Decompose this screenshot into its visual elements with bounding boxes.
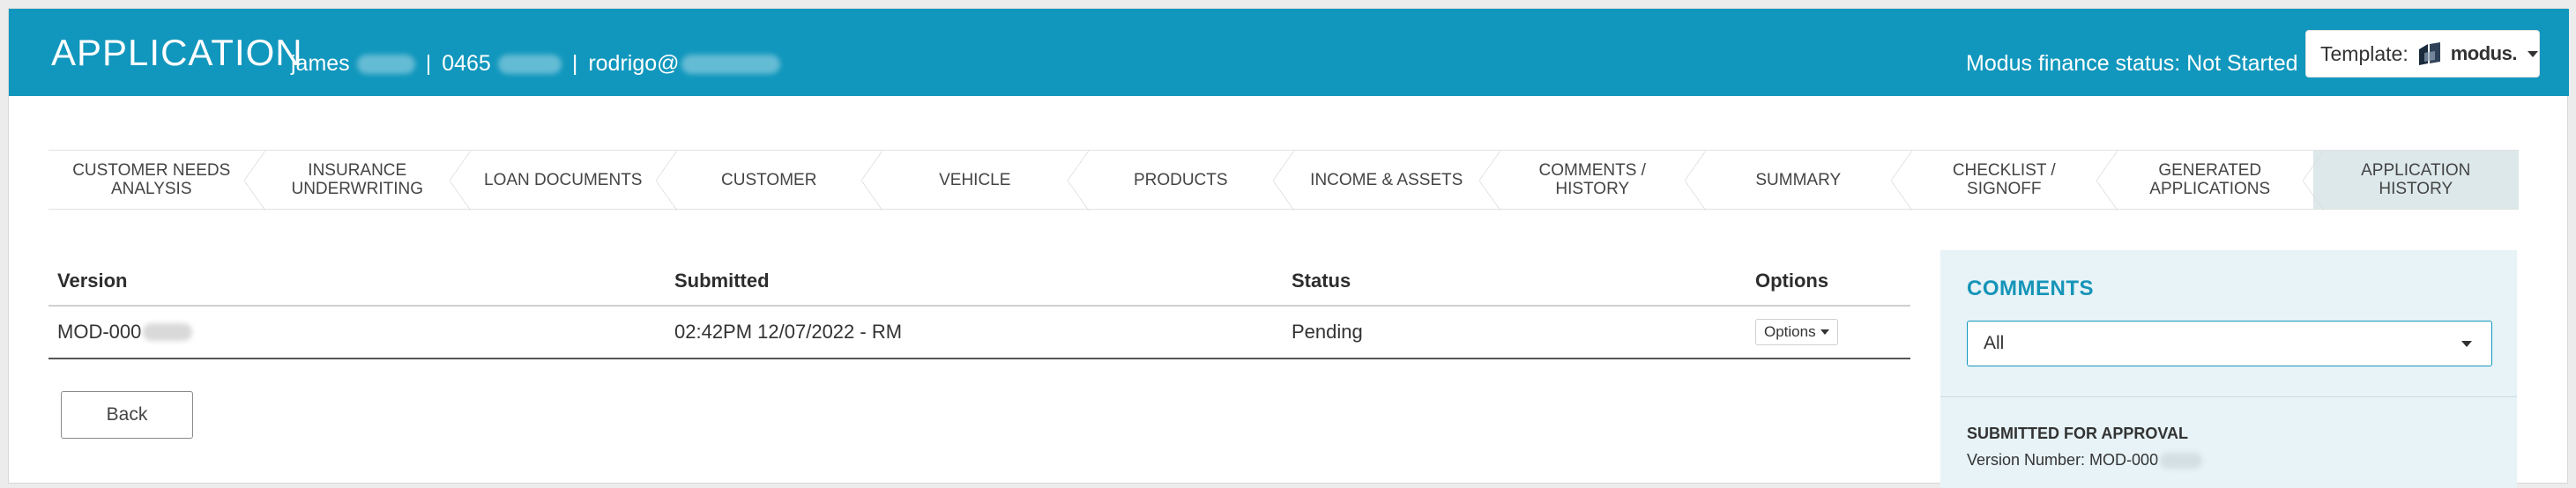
options-label: Options [1764, 323, 1816, 340]
options-button[interactable]: Options [1755, 319, 1838, 345]
column-header-options: Options [1755, 270, 1829, 292]
status-cell: Pending [1292, 321, 1363, 343]
step-label: COMMENTS / HISTORY [1538, 161, 1646, 198]
step-products[interactable]: PRODUCTS [1077, 151, 1294, 211]
step-label: GENERATED APPLICATIONS [2149, 161, 2271, 198]
step-label: INCOME & ASSETS [1310, 170, 1463, 189]
version-number: MOD-000 [57, 321, 142, 343]
step-label: LOAN DOCUMENTS [484, 170, 643, 189]
step-summary[interactable]: SUMMARY [1695, 151, 1911, 211]
template-brand: modus. [2450, 42, 2518, 64]
back-button[interactable]: Back [61, 391, 193, 439]
app-header: APPLICATION james | 0465 | rodrigo@ Modu… [9, 9, 2569, 96]
step-label: SUMMARY [1755, 170, 1842, 189]
finance-status: Modus finance status: Not Started [1966, 51, 2298, 76]
step-customer-needs-analysis[interactable]: CUSTOMER NEEDS ANALYSIS [48, 151, 264, 211]
chevron-down-icon [2461, 341, 2472, 347]
redacted-version-suffix [143, 323, 193, 341]
separator: | [571, 51, 578, 76]
history-table: Version Submitted Status Options MOD-000… [48, 257, 1910, 359]
redacted-email [681, 54, 780, 74]
version-cell: MOD-000 [48, 321, 666, 344]
step-label: CUSTOMER NEEDS ANALYSIS [72, 161, 231, 198]
separator: | [425, 51, 432, 76]
divider [1940, 396, 2517, 397]
customer-email: rodrigo@ [588, 51, 680, 76]
step-checklist-signoff[interactable]: CHECKLIST / SIGNOFF [1901, 151, 2118, 211]
template-dropdown[interactable]: Template: modus. [2305, 30, 2540, 78]
redacted-surname [356, 54, 415, 74]
column-header-version: Version [57, 270, 128, 292]
comments-title: COMMENTS [1967, 277, 2094, 300]
redacted-phone [497, 54, 562, 74]
comment-version-text: Version Number: MOD-000 [1967, 451, 2159, 469]
template-label: Template: [2320, 41, 2408, 65]
step-label: CHECKLIST / SIGNOFF [1952, 161, 2056, 198]
redacted-version-suffix [2160, 452, 2203, 469]
step-label: PRODUCTS [1133, 170, 1228, 189]
customer-name: james [291, 51, 350, 76]
step-customer[interactable]: CUSTOMER [666, 151, 882, 211]
comments-filter-value: All [1984, 333, 2005, 353]
step-label: INSURANCE UNDERWRITING [291, 161, 424, 198]
table-row: MOD-000 02:42PM 12/07/2022 - RM Pending … [48, 307, 1910, 359]
applicant-summary: james | 0465 | rodrigo@ [291, 51, 780, 77]
submitted-cell: 02:42PM 12/07/2022 - RM [674, 321, 903, 343]
comments-panel: COMMENTS All SUBMITTED FOR APPROVAL Vers… [1940, 250, 2517, 488]
step-nav: CUSTOMER NEEDS ANALYSIS INSURANCE UNDERW… [48, 150, 2519, 211]
step-vehicle[interactable]: VEHICLE [872, 151, 1088, 211]
chevron-down-icon [2527, 50, 2538, 57]
comment-version-line: Version Number: MOD-000 [1967, 451, 2203, 470]
customer-phone: 0465 [442, 51, 491, 76]
modus-logo-icon [2417, 41, 2444, 67]
step-loan-documents[interactable]: LOAN DOCUMENTS [460, 151, 676, 211]
table-header: Version Submitted Status Options [48, 257, 1910, 307]
options-cell: Options [1746, 319, 1910, 345]
step-comments-history[interactable]: COMMENTS / HISTORY [1489, 151, 1706, 211]
step-label: CUSTOMER [721, 170, 817, 189]
application-frame: APPLICATION james | 0465 | rodrigo@ Modu… [8, 8, 2569, 488]
column-header-status: Status [1292, 270, 1351, 292]
step-generated-applications[interactable]: GENERATED APPLICATIONS [2107, 151, 2323, 211]
page-title: APPLICATION [51, 32, 303, 73]
step-insurance-underwriting[interactable]: INSURANCE UNDERWRITING [254, 151, 471, 211]
comments-filter-select[interactable]: All [1967, 321, 2492, 366]
step-label: APPLICATION HISTORY [2361, 161, 2471, 198]
comment-heading: SUBMITTED FOR APPROVAL [1967, 425, 2188, 442]
chevron-down-icon [1820, 329, 1829, 335]
column-header-submitted: Submitted [674, 270, 770, 292]
step-application-history[interactable]: APPLICATION HISTORY [2312, 151, 2519, 209]
step-label: VEHICLE [939, 170, 1011, 189]
step-income-assets[interactable]: INCOME & ASSETS [1284, 151, 1500, 211]
